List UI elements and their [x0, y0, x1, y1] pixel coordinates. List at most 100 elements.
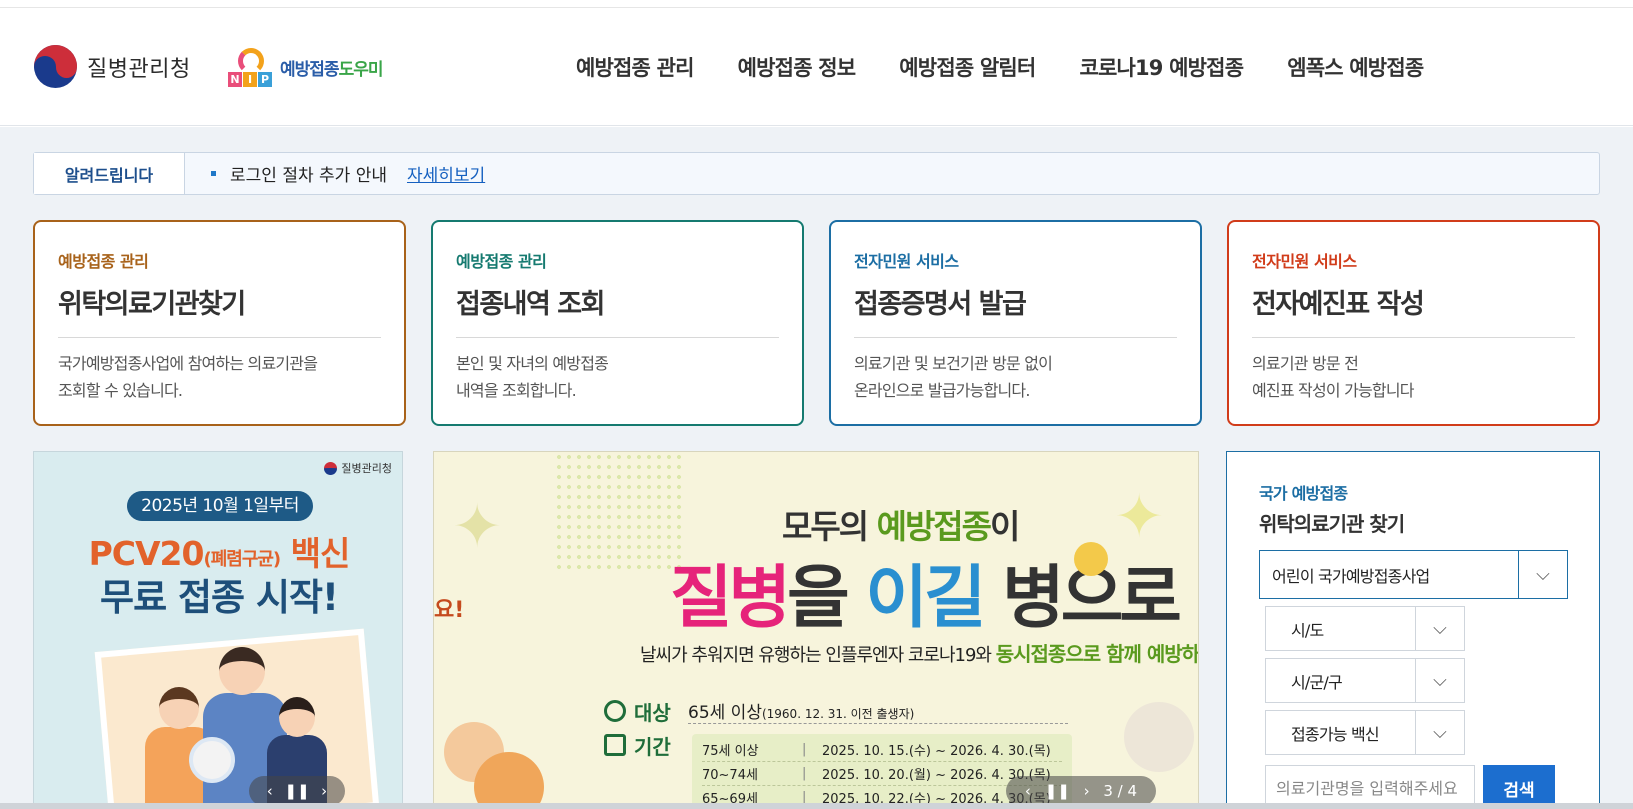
card-vaccination-history[interactable]: 예방접종 관리 접종내역 조회 본인 및 자녀의 예방접종 내역을 조회합니다. [431, 220, 804, 426]
site-header: 질병관리청 N I P 예방접종도우미 예방접종 관리 예방접종 정보 예방접종… [0, 8, 1633, 126]
card-title: 접종내역 조회 [456, 282, 779, 338]
card-find-clinic[interactable]: 예방접종 관리 위탁의료기관찾기 국가예방접종사업에 참여하는 의료기관을 조회… [33, 220, 406, 426]
big-title-c: 이길 [865, 559, 986, 638]
card-category: 전자민원 서비스 [1252, 252, 1357, 271]
banner-org-text: 질병관리청 [341, 462, 392, 475]
nip-sun-icon: N I P [226, 44, 276, 90]
panel-title: 위탁의료기관 찾기 [1259, 512, 1405, 536]
bullet-icon [211, 171, 216, 176]
period-table-row: 75세 이상 | 2025. 10. 15.(수) ~ 2026. 4. 30.(목… [702, 738, 1062, 762]
elderly-character-illustration [1124, 702, 1194, 772]
card-title: 접종증명서 발급 [854, 282, 1177, 338]
pause-icon[interactable]: ❚❚ [1045, 782, 1070, 800]
separator: | [802, 742, 807, 757]
sido-select[interactable]: 시/도 ⌵ [1265, 606, 1465, 651]
banner-controls: ‹ ❚❚ › [249, 776, 345, 806]
banner-side-text: 요! [434, 598, 465, 623]
target-row: 대상 65세 이상(1960. 12. 31. 이전 출생자) [604, 694, 1068, 728]
card-category: 예방접종 관리 [58, 252, 149, 271]
period-dates: 2025. 10. 15.(수) ~ 2026. 4. 30.(목) [822, 744, 1051, 759]
card-desc-line: 본인 및 자녀의 예방접종 [456, 354, 609, 373]
separator: | [802, 766, 807, 781]
banner-title-line2: 무료 접종 시작! [100, 576, 339, 619]
banner-flu-covid[interactable]: ✦ ✦ 모두의 예방접종이 질병을 이길 병으로 요! 날씨가 추워지면 유행하… [433, 451, 1199, 809]
target-note: (1960. 12. 31. 이전 출생자) [761, 707, 915, 721]
banner-headline: 모두의 예방접종이 [782, 500, 1020, 548]
card-desc-line: 의료기관 및 보건기관 방문 없이 [854, 354, 1053, 373]
card-category: 전자민원 서비스 [854, 252, 959, 271]
card-desc-line: 내역을 조회합니다. [456, 381, 577, 400]
card-description: 본인 및 자녀의 예방접종 내역을 조회합니다. [456, 350, 779, 404]
taegeuk-icon [34, 45, 77, 88]
nip-logo-text-a: 예방접종 [280, 59, 340, 80]
card-title: 전자예진표 작성 [1252, 282, 1575, 338]
card-certificate-issue[interactable]: 전자민원 서비스 접종증명서 발급 의료기관 및 보건기관 방문 없이 온라인으… [829, 220, 1202, 426]
sido-select-value: 시/도 [1266, 607, 1416, 650]
period-key: 기간 [604, 731, 688, 760]
coin-decoration [1074, 542, 1108, 576]
program-select-value: 어린이 국가예방접종사업 [1260, 551, 1519, 598]
nip-logo-text-b: 도우미 [338, 59, 384, 80]
magnifier-icon [604, 700, 626, 722]
quick-service-cards: 예방접종 관리 위탁의료기관찾기 국가예방접종사업에 참여하는 의료기관을 조회… [33, 220, 1600, 426]
nav-vaccination-notices[interactable]: 예방접종 알림터 [899, 52, 1036, 82]
card-description: 의료기관 방문 전 예진표 작성이 가능합니다 [1252, 350, 1575, 404]
period-key-label: 기간 [634, 734, 671, 759]
subtitle-green: 동시접종으로 함께 예방하세 [995, 642, 1199, 666]
headline-green: 예방접종 [876, 507, 992, 546]
notice-more-link[interactable]: 자세히보기 [407, 161, 485, 186]
target-value: 65세 이상(1960. 12. 31. 이전 출생자) [688, 698, 1068, 724]
card-category: 예방접종 관리 [456, 252, 547, 271]
target-key-label: 대상 [634, 700, 671, 725]
card-desc-line: 국가예방접종사업에 참여하는 의료기관을 [58, 354, 318, 373]
chevron-down-icon: ⌵ [1536, 564, 1550, 585]
subtitle-a: 날씨가 추워지면 유행하는 인플루엔자 코로나19와 [640, 645, 996, 666]
nip-letter-i: I [243, 72, 257, 87]
next-icon[interactable]: › [1084, 782, 1090, 800]
card-desc-line: 의료기관 방문 전 [1252, 354, 1359, 373]
nip-logo[interactable]: N I P 예방접종도우미 [226, 44, 384, 90]
notice-text[interactable]: 로그인 절차 추가 안내 [230, 161, 387, 186]
calendar-icon [604, 734, 626, 756]
card-desc-line: 조회할 수 있습니다. [58, 381, 183, 400]
nav-mpox-vaccination[interactable]: 엠폭스 예방접종 [1287, 52, 1424, 82]
card-e-prescreening[interactable]: 전자민원 서비스 전자예진표 작성 의료기관 방문 전 예진표 작성이 가능합니… [1227, 220, 1600, 426]
period-age: 70~74세 [702, 768, 758, 783]
main-content: 알려드립니다 로그인 절차 추가 안내 자세히보기 예방접종 관리 위탁의료기관… [0, 127, 1633, 809]
notice-label: 알려드립니다 [34, 153, 185, 194]
dot-pattern-decoration [554, 452, 684, 572]
vaccine-select[interactable]: 접종가능 백신 ⌵ [1265, 710, 1465, 755]
horizontal-scrollbar[interactable] [0, 803, 1633, 809]
star-decoration-icon: ✦ [452, 492, 503, 562]
clinic-search-panel: 국가 예방접종 위탁의료기관 찾기 어린이 국가예방접종사업 ⌵ 시/도 ⌵ 시… [1226, 451, 1600, 809]
prev-icon[interactable]: ‹ [267, 782, 273, 800]
card-desc-line: 예진표 작성이 가능합니다 [1252, 381, 1415, 400]
nip-logo-text: 예방접종도우미 [280, 55, 384, 80]
slide-counter: 3 / 4 [1103, 782, 1138, 800]
banner-pcv20[interactable]: 질병관리청 2025년 10월 1일부터 PCV20(폐렴구균) 백신 무료 접… [33, 451, 403, 809]
card-title: 위탁의료기관찾기 [58, 282, 381, 338]
chevron-down-icon: ⌵ [1433, 722, 1447, 743]
kdca-logo[interactable]: 질병관리청 [34, 45, 191, 88]
period-age: 75세 이상 [702, 744, 759, 759]
headline-b: 이 [990, 507, 1020, 546]
banner-org-label: 질병관리청 [324, 460, 392, 476]
chevron-down-icon: ⌵ [1433, 670, 1447, 691]
prev-icon[interactable]: ‹ [1025, 782, 1031, 800]
pause-icon[interactable]: ❚❚ [284, 782, 309, 800]
org-name: 질병관리청 [87, 56, 191, 82]
banner-subtitle: 날씨가 추워지면 유행하는 인플루엔자 코로나19와 동시접종으로 함께 예방하… [640, 638, 1199, 667]
nav-vaccination-management[interactable]: 예방접종 관리 [576, 52, 694, 82]
nav-covid19-vaccination[interactable]: 코로나19 예방접종 [1079, 52, 1244, 82]
main-nav: 예방접종 관리 예방접종 정보 예방접종 알림터 코로나19 예방접종 엠폭스 … [576, 52, 1467, 82]
banner-date-pill: 2025년 10월 1일부터 [127, 491, 313, 521]
sigungu-select-value: 시/군/구 [1266, 659, 1416, 702]
nav-vaccination-info[interactable]: 예방접종 정보 [738, 52, 856, 82]
sigungu-select[interactable]: 시/군/구 ⌵ [1265, 658, 1465, 703]
program-select[interactable]: 어린이 국가예방접종사업 ⌵ [1259, 550, 1568, 599]
big-title-b: 을 [787, 559, 866, 638]
panel-category: 국가 예방접종 [1259, 484, 1348, 503]
card-description: 국가예방접종사업에 참여하는 의료기관을 조회할 수 있습니다. [58, 350, 381, 404]
notice-bar: 알려드립니다 로그인 절차 추가 안내 자세히보기 [33, 152, 1600, 195]
next-icon[interactable]: › [321, 782, 327, 800]
